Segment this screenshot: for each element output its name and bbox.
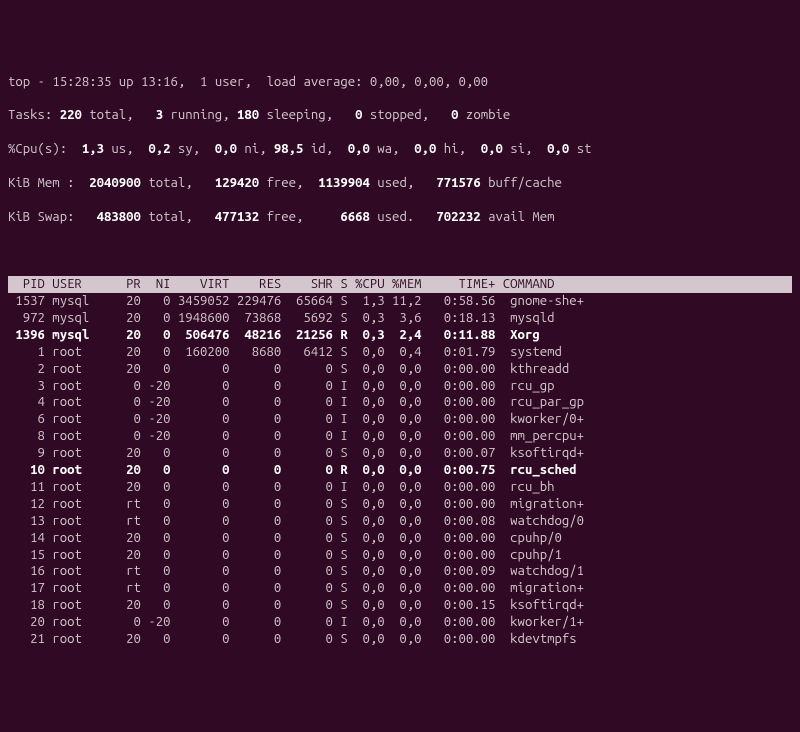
tasks-sleeping: 180: [237, 108, 259, 122]
label: %Cpu(s):: [8, 142, 82, 156]
label: wa,: [370, 142, 414, 156]
swap-used: 6668: [340, 210, 370, 224]
table-row[interactable]: 3 root 0 -20 0 0 0 I 0,0 0,0 0:00.00 rcu…: [8, 378, 792, 395]
label: total,: [141, 210, 215, 224]
label: total,: [82, 108, 156, 122]
table-row[interactable]: 9 root 20 0 0 0 0 S 0,0 0,0 0:00.07 ksof…: [8, 445, 792, 462]
mem-total: 2040900: [89, 176, 141, 190]
label: free,: [259, 176, 318, 190]
mem-used: 1139904: [318, 176, 370, 190]
mem-buffcache: 771576: [436, 176, 480, 190]
tasks-stopped: 0: [355, 108, 362, 122]
table-row[interactable]: 4 root 0 -20 0 0 0 I 0,0 0,0 0:00.00 rcu…: [8, 394, 792, 411]
cpu-sy: 0,2: [148, 142, 170, 156]
label: ni,: [237, 142, 274, 156]
cpu-st: 0,0: [547, 142, 569, 156]
table-row[interactable]: 11 root 20 0 0 0 0 I 0,0 0,0 0:00.00 rcu…: [8, 479, 792, 496]
time: 15:28:35: [52, 75, 111, 89]
label: st: [569, 142, 591, 156]
blank-line: [8, 242, 792, 259]
label: KiB Mem :: [8, 176, 89, 190]
tasks-running: 3: [156, 108, 163, 122]
tasks-zombie: 0: [451, 108, 458, 122]
swap-avail: 702232: [436, 210, 480, 224]
process-table-body[interactable]: 1537 mysql 20 0 3459052 229476 65664 S 1…: [8, 293, 792, 648]
cpu-ni: 0,0: [215, 142, 237, 156]
cpu-si: 0,0: [481, 142, 503, 156]
table-row[interactable]: 2 root 20 0 0 0 0 S 0,0 0,0 0:00.00 kthr…: [8, 361, 792, 378]
table-row[interactable]: 1396 mysql 20 0 506476 48216 21256 R 0,3…: [8, 327, 792, 344]
table-row[interactable]: 10 root 20 0 0 0 0 R 0,0 0,0 0:00.75 rcu…: [8, 462, 792, 479]
table-row[interactable]: 18 root 20 0 0 0 0 S 0,0 0,0 0:00.15 kso…: [8, 597, 792, 614]
table-row[interactable]: 20 root 0 -20 0 0 0 I 0,0 0,0 0:00.00 kw…: [8, 614, 792, 631]
summary-line-tasks: Tasks: 220 total, 3 running, 180 sleepin…: [8, 107, 792, 124]
label: sy,: [170, 142, 214, 156]
label: id,: [303, 142, 347, 156]
label: stopped,: [363, 108, 452, 122]
label: free,: [259, 210, 340, 224]
table-row[interactable]: 17 root rt 0 0 0 0 S 0,0 0,0 0:00.00 mig…: [8, 580, 792, 597]
label: KiB Swap:: [8, 210, 97, 224]
label: us,: [104, 142, 148, 156]
label: top -: [8, 75, 52, 89]
summary-line-swap: KiB Swap: 483800 total, 477132 free, 666…: [8, 209, 792, 226]
mem-free: 129420: [215, 176, 259, 190]
label: ,: [178, 75, 200, 89]
table-row[interactable]: 15 root 20 0 0 0 0 S 0,0 0,0 0:00.00 cpu…: [8, 547, 792, 564]
table-row[interactable]: 6 root 0 -20 0 0 0 I 0,0 0,0 0:00.00 kwo…: [8, 411, 792, 428]
table-row[interactable]: 21 root 20 0 0 0 0 S 0,0 0,0 0:00.00 kde…: [8, 631, 792, 648]
label: running,: [163, 108, 237, 122]
swap-free: 477132: [215, 210, 259, 224]
table-row[interactable]: 14 root 20 0 0 0 0 S 0,0 0,0 0:00.00 cpu…: [8, 530, 792, 547]
label: , load average:: [244, 75, 370, 89]
summary-line-top: top - 15:28:35 up 13:16, 1 user, load av…: [8, 74, 792, 91]
table-row[interactable]: 16 root rt 0 0 0 0 S 0,0 0,0 0:00.09 wat…: [8, 563, 792, 580]
label: used,: [370, 176, 436, 190]
users: 1 user: [200, 75, 244, 89]
tasks-total: 220: [60, 108, 82, 122]
load-average: 0,00, 0,00, 0,00: [370, 75, 488, 89]
label: used.: [370, 210, 436, 224]
cpu-wa: 0,0: [348, 142, 370, 156]
label: si,: [503, 142, 547, 156]
table-row[interactable]: 972 mysql 20 0 1948600 73868 5692 S 0,3 …: [8, 310, 792, 327]
label: avail Mem: [481, 210, 555, 224]
table-row[interactable]: 1 root 20 0 160200 8680 6412 S 0,0 0,4 0…: [8, 344, 792, 361]
label: Tasks:: [8, 108, 60, 122]
label: sleeping,: [259, 108, 355, 122]
cpu-us: 1,3: [82, 142, 104, 156]
label: buff/cache: [481, 176, 562, 190]
process-table-header[interactable]: PID USER PR NI VIRT RES SHR S %CPU %MEM …: [8, 276, 792, 293]
label: up: [111, 75, 141, 89]
uptime: 13:16: [141, 75, 178, 89]
swap-total: 483800: [97, 210, 141, 224]
summary-line-cpu: %Cpu(s): 1,3 us, 0,2 sy, 0,0 ni, 98,5 id…: [8, 141, 792, 158]
cpu-id: 98,5: [274, 142, 304, 156]
label: total,: [141, 176, 215, 190]
label: zombie: [459, 108, 511, 122]
table-row[interactable]: 12 root rt 0 0 0 0 S 0,0 0,0 0:00.00 mig…: [8, 496, 792, 513]
table-row[interactable]: 8 root 0 -20 0 0 0 I 0,0 0,0 0:00.00 mm_…: [8, 428, 792, 445]
cpu-hi: 0,0: [414, 142, 436, 156]
label: hi,: [436, 142, 480, 156]
summary-line-mem: KiB Mem : 2040900 total, 129420 free, 11…: [8, 175, 792, 192]
table-row[interactable]: 1537 mysql 20 0 3459052 229476 65664 S 1…: [8, 293, 792, 310]
table-row[interactable]: 13 root rt 0 0 0 0 S 0,0 0,0 0:00.08 wat…: [8, 513, 792, 530]
